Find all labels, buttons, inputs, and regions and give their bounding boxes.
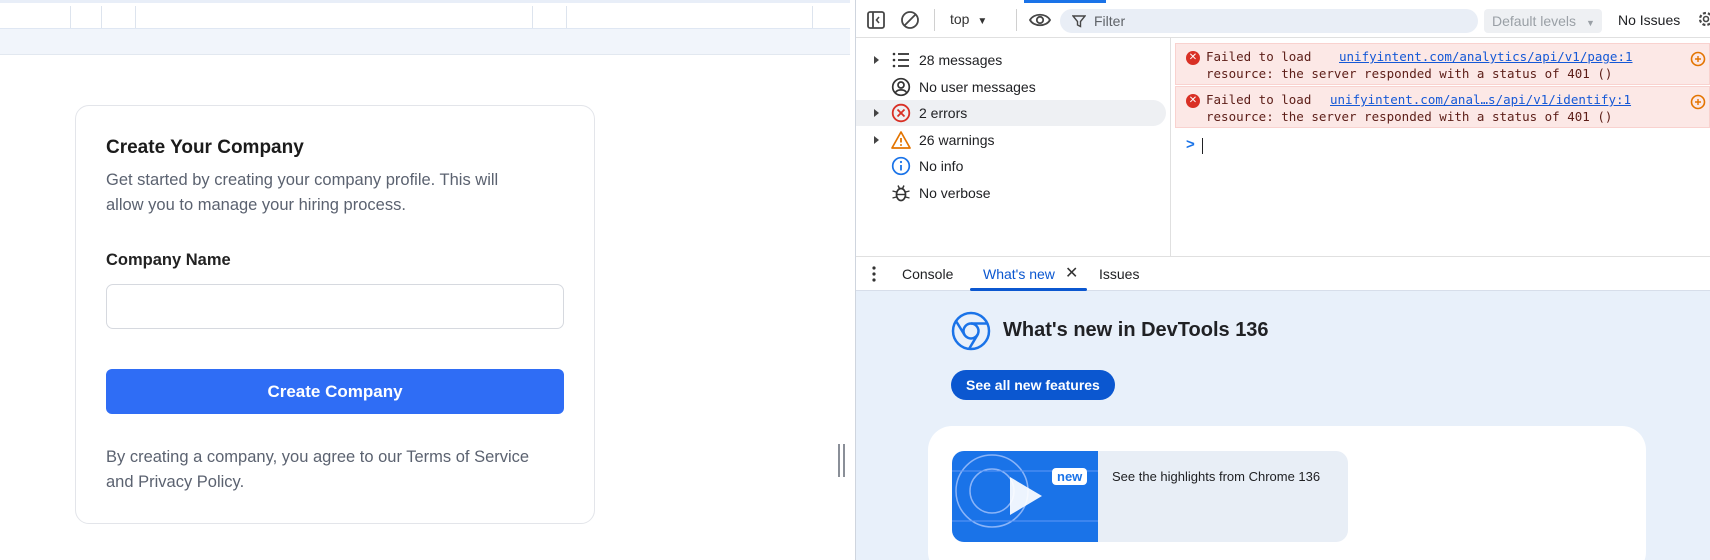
highlights-video-card[interactable]: new See the highlights from Chrome 136 [952, 451, 1348, 542]
console-output[interactable]: ✕ Failed to load unifyintent.com/analyti… [1172, 38, 1710, 256]
sidebar-item-label: 2 errors [919, 105, 968, 121]
ruler-tick [101, 6, 102, 28]
tab-console[interactable]: Console [902, 266, 953, 282]
sidebar-item-messages[interactable]: 28 messages [856, 47, 1166, 73]
header-strip [0, 29, 850, 55]
context-selector[interactable]: top ▼ [950, 11, 987, 27]
devtools-panel: top ▼ Filter Default levels ▼ No Issues [856, 0, 1710, 560]
sidebar-item-label: No info [919, 158, 964, 174]
error-prefix: Failed to load [1206, 49, 1312, 64]
expand-arrow-icon[interactable] [874, 136, 879, 144]
user-icon [891, 77, 911, 97]
pane-resize-handle[interactable] [838, 444, 845, 477]
console-toolbar: top ▼ Filter Default levels ▼ No Issues [856, 0, 1710, 38]
filter-icon [1072, 15, 1086, 28]
error-icon [891, 103, 911, 123]
error-text: resource: the server responded with a st… [1206, 66, 1613, 81]
create-company-button[interactable]: Create Company [106, 369, 564, 414]
terms-text: By creating a company, you agree to our … [106, 448, 530, 491]
network-request-icon[interactable] [1690, 94, 1706, 110]
highlights-text: See the highlights from Chrome 136 [1112, 469, 1321, 484]
toolbar-separator [1016, 9, 1017, 31]
ruler-tick [135, 6, 136, 28]
list-icon [892, 52, 909, 68]
close-icon[interactable]: ✕ [1065, 263, 1078, 283]
eye-icon[interactable] [1028, 10, 1052, 30]
expand-arrow-icon[interactable] [874, 109, 879, 117]
company-name-input[interactable] [106, 284, 564, 329]
ruler-tick [532, 6, 533, 28]
console-error-message: ✕ Failed to load unifyintent.com/anal…s/… [1175, 86, 1710, 128]
card-title: Create Your Company [106, 137, 304, 158]
console-input-caret[interactable] [1202, 138, 1203, 154]
sidebar-item-errors[interactable]: 2 errors [856, 100, 1166, 126]
console-error-message: ✕ Failed to load unifyintent.com/analyti… [1175, 43, 1710, 85]
ruler-tick [566, 6, 567, 28]
clear-console-icon[interactable] [900, 10, 920, 30]
gear-icon[interactable] [1694, 10, 1710, 28]
tab-whats-new[interactable]: What's new [983, 266, 1055, 282]
bug-icon [892, 185, 910, 202]
expand-arrow-icon[interactable] [874, 56, 879, 64]
toolbar-separator [934, 9, 935, 31]
console-prompt-icon: > [1186, 136, 1195, 153]
sidebar-item-user-messages[interactable]: No user messages [856, 74, 1166, 100]
network-request-icon[interactable] [1690, 51, 1706, 67]
app-pane: Create Your Company Get started by creat… [0, 0, 850, 560]
tab-issues[interactable]: Issues [1099, 266, 1139, 282]
info-icon [891, 156, 911, 176]
filter-input[interactable]: Filter [1060, 9, 1478, 33]
drawer-tabbar: Console What's new ✕ Issues [856, 256, 1710, 291]
chevron-down-icon: ▼ [1585, 18, 1595, 28]
sidebar-item-info[interactable]: No info [856, 153, 1166, 179]
create-company-card: Create Your Company Get started by creat… [75, 105, 595, 524]
top-ruler [0, 0, 850, 29]
sidebar-toggle-icon[interactable] [866, 10, 886, 30]
card-subtitle: Get started by creating your company pro… [106, 171, 499, 214]
error-source-link[interactable]: unifyintent.com/anal…s/api/v1/identify:1 [1330, 92, 1631, 107]
issues-counter[interactable]: No Issues [1618, 12, 1680, 28]
warning-icon [891, 131, 911, 149]
active-panel-indicator [1024, 0, 1106, 3]
error-prefix: Failed to load [1206, 92, 1312, 107]
new-badge: new [1052, 468, 1088, 485]
chrome-logo-icon [951, 311, 991, 351]
console-sidebar: 28 messages No user messages 2 errors 26… [856, 38, 1171, 256]
error-icon: ✕ [1186, 51, 1200, 65]
filter-placeholder: Filter [1094, 13, 1126, 29]
error-icon: ✕ [1186, 94, 1200, 108]
sidebar-item-label: No verbose [919, 185, 991, 201]
video-thumbnail [952, 451, 1098, 542]
log-levels-label: Default levels [1492, 13, 1577, 29]
whats-new-panel: What's new in DevTools 136 See all new f… [856, 291, 1710, 560]
whats-new-title: What's new in DevTools 136 [1003, 319, 1269, 341]
company-name-label: Company Name [106, 251, 231, 269]
sidebar-item-verbose[interactable]: No verbose [856, 180, 1166, 206]
sidebar-item-label: 28 messages [919, 52, 1003, 68]
ruler-tick [70, 6, 71, 28]
chevron-down-icon: ▼ [977, 16, 988, 27]
sidebar-item-warnings[interactable]: 26 warnings [856, 127, 1166, 153]
error-source-link[interactable]: unifyintent.com/analytics/api/v1/page:1 [1339, 49, 1633, 64]
more-options-icon[interactable] [872, 266, 876, 282]
see-all-features-button[interactable]: See all new features [951, 370, 1115, 400]
feature-panel: new See the highlights from Chrome 136 [928, 426, 1646, 560]
sidebar-item-label: No user messages [919, 79, 1036, 95]
log-levels-dropdown[interactable]: Default levels ▼ [1484, 9, 1602, 33]
context-label: top [950, 11, 970, 27]
sidebar-item-label: 26 warnings [919, 132, 995, 148]
error-text: resource: the server responded with a st… [1206, 109, 1613, 124]
ruler-tick [812, 6, 813, 28]
